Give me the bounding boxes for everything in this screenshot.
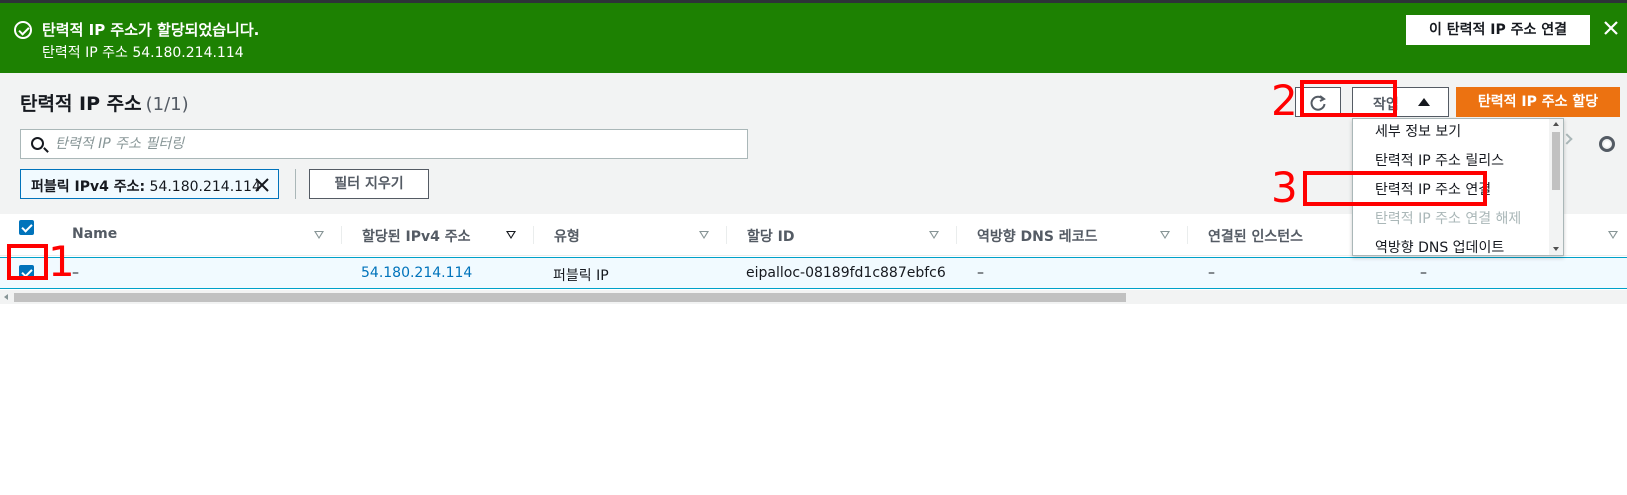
menu-item-disassociate-ip: 탄력적 IP 주소 연결 해제 <box>1353 202 1549 232</box>
filter-token-key: 퍼블릭 IPv4 주소: <box>31 179 146 195</box>
menu-item-view-details[interactable]: 세부 정보 보기 <box>1353 119 1549 145</box>
column-header-allocation-id[interactable]: 할당 ID <box>727 214 957 256</box>
annotation-box-2 <box>1300 80 1397 117</box>
menu-scrollbar[interactable] <box>1549 119 1563 255</box>
filter-token: 퍼블릭 IPv4 주소: 54.180.214.114 <box>20 169 279 199</box>
column-header-type[interactable]: 유형 <box>534 214 727 256</box>
column-label: 할당 ID <box>747 229 795 245</box>
cell-type: 퍼블릭 IP <box>553 268 609 284</box>
scrollbar-thumb[interactable] <box>1552 132 1560 190</box>
close-icon[interactable] <box>254 177 270 193</box>
annotation-box-1 <box>7 244 48 280</box>
scroll-left-arrow[interactable] <box>4 294 8 300</box>
filter-token-value: 54.180.214.114 <box>145 179 261 195</box>
success-banner: 탄력적 IP 주소가 할당되었습니다. 탄력적 IP 주소 54.180.214… <box>0 3 1627 73</box>
table-row[interactable]: – 54.180.214.114 퍼블릭 IP eipalloc-08189fd… <box>0 257 1627 289</box>
column-label: 연결된 인스턴스 <box>1208 229 1304 245</box>
gear-icon[interactable] <box>1599 136 1615 152</box>
sort-icon[interactable] <box>1608 231 1618 239</box>
annotation-number-2: 2 <box>1271 76 1298 125</box>
search-input[interactable] <box>55 135 735 153</box>
associate-this-ip-button[interactable]: 이 탄력적 IP 주소 연결 <box>1406 15 1590 45</box>
cell-reverse-dns: – <box>977 265 984 281</box>
menu-item-label: 탄력적 IP 주소 릴리스 <box>1375 153 1504 169</box>
search-icon <box>31 137 44 150</box>
column-header-name[interactable]: Name <box>52 214 342 256</box>
scroll-up-arrow[interactable] <box>1553 122 1559 126</box>
caret-up-icon <box>1418 98 1430 106</box>
cell-ipv4-link[interactable]: 54.180.214.114 <box>361 265 472 281</box>
ip-table: Name 할당된 IPv4 주소 유형 할당 ID 역방향 DNS 레코드 연결… <box>0 214 1627 495</box>
scrollbar-thumb[interactable] <box>14 293 1126 302</box>
menu-item-label: 세부 정보 보기 <box>1375 124 1462 140</box>
select-all-checkbox[interactable] <box>19 220 34 235</box>
page-title: 탄력적 IP 주소 (1/1) <box>20 89 189 116</box>
check-circle-icon <box>14 21 32 39</box>
annotation-box-3 <box>1303 171 1487 206</box>
clear-filters-button[interactable]: 필터 지우기 <box>309 169 429 199</box>
allocate-ip-button[interactable]: 탄력적 IP 주소 할당 <box>1456 87 1620 117</box>
banner-subtitle: 탄력적 IP 주소 54.180.214.114 <box>42 45 244 61</box>
search-box <box>20 129 748 159</box>
scroll-down-arrow[interactable] <box>1553 247 1559 251</box>
sort-icon[interactable] <box>929 231 939 239</box>
cell-extra: – <box>1420 265 1427 281</box>
page-title-text: 탄력적 IP 주소 <box>20 93 142 115</box>
annotation-number-1: 1 <box>48 237 75 286</box>
sort-icon[interactable] <box>506 231 516 239</box>
divider <box>295 169 296 199</box>
sort-icon[interactable] <box>314 231 324 239</box>
column-header-reverse-dns[interactable]: 역방향 DNS 레코드 <box>957 214 1188 256</box>
column-label: Name <box>72 226 118 242</box>
cell-instance: – <box>1208 265 1215 281</box>
column-label: 역방향 DNS 레코드 <box>977 229 1098 245</box>
banner-title: 탄력적 IP 주소가 할당되었습니다. <box>42 21 260 39</box>
item-count: (1/1) <box>145 94 189 115</box>
menu-item-release-ip[interactable]: 탄력적 IP 주소 릴리스 <box>1353 144 1549 174</box>
cell-allocation-id: eipalloc-08189fd1c887ebfc6 <box>746 265 946 281</box>
close-icon[interactable] <box>1602 19 1620 37</box>
column-label: 할당된 IPv4 주소 <box>362 229 471 245</box>
column-header-ipv4[interactable]: 할당된 IPv4 주소 <box>342 214 534 256</box>
menu-item-label: 역방향 DNS 업데이트 <box>1375 240 1505 256</box>
sort-icon[interactable] <box>1160 231 1170 239</box>
menu-item-label: 탄력적 IP 주소 연결 해제 <box>1375 211 1522 227</box>
menu-item-update-reverse-dns[interactable]: 역방향 DNS 업데이트 <box>1353 231 1549 256</box>
filter-token-text: 퍼블릭 IPv4 주소: 54.180.214.114 <box>31 176 261 196</box>
annotation-number-3: 3 <box>1271 163 1298 212</box>
sort-icon[interactable] <box>699 231 709 239</box>
column-label: 유형 <box>554 229 580 245</box>
horizontal-scrollbar[interactable] <box>0 290 1627 304</box>
